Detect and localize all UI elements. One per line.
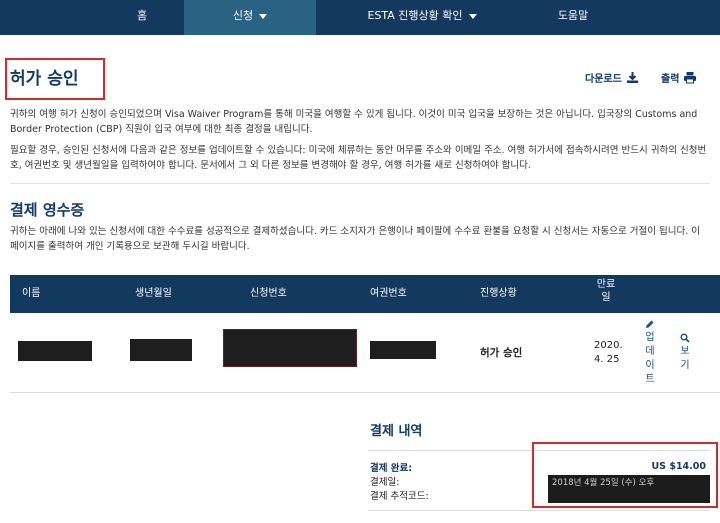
update-label: 업데이트 xyxy=(645,332,655,385)
col-expiry: 만료일 xyxy=(596,279,616,303)
nav-home-label: 홈 xyxy=(136,9,148,22)
print-button[interactable]: 출력 xyxy=(661,70,697,85)
table-row: 허가 승인 2020. 4. 25 업데이트 보기 xyxy=(10,313,720,393)
receipt-text: 귀하는 아래에 나와 있는 신청서에 대한 수수료를 성공적으로 결제하셨습니다… xyxy=(10,226,700,252)
nav-home[interactable]: 홈 xyxy=(100,0,184,35)
chevron-down-icon xyxy=(468,13,477,19)
search-icon xyxy=(680,333,690,343)
redacted-birthdate xyxy=(130,339,192,361)
chevron-down-icon xyxy=(259,13,268,19)
expiry-date: 2020. 4. 25 xyxy=(594,340,623,365)
col-name: 이름 xyxy=(22,288,41,299)
col-status: 진행상황 xyxy=(480,288,517,299)
col-birthdate: 생년월일 xyxy=(135,288,172,299)
payment-title: 결제 내역 xyxy=(370,424,423,439)
nav-help[interactable]: 도움말 xyxy=(528,0,618,35)
payment-date-text: 2018년 4월 25일 (수) 오후 xyxy=(552,478,655,488)
redacted-passport-number xyxy=(370,341,436,359)
payment-date-value: 2018년 4월 25일 (수) 오후 xyxy=(548,475,710,503)
table-header: 이름 생년월일 신청번호 여권번호 진행상황 만료일 xyxy=(10,275,720,313)
nav-apply-label: 신청 xyxy=(232,9,254,22)
download-icon xyxy=(626,72,638,83)
nav-check-status[interactable]: ESTA 진행상황 확인 xyxy=(316,0,528,35)
redacted-application-number xyxy=(223,329,357,367)
redacted-name xyxy=(18,341,92,361)
print-label: 출력 xyxy=(661,74,680,85)
top-nav: 홈 신청 ESTA 진행상황 확인 도움말 xyxy=(0,0,720,35)
download-button[interactable]: 다운로드 xyxy=(585,70,639,85)
download-label: 다운로드 xyxy=(585,74,622,85)
print-icon xyxy=(684,72,697,84)
payment-tracking-label: 결제 추적코드: xyxy=(370,491,429,502)
payment-date-label: 결제일: xyxy=(370,477,400,488)
col-application-number: 신청번호 xyxy=(250,288,287,299)
update-button[interactable]: 업데이트 xyxy=(643,319,657,387)
page-title: 허가 승인 xyxy=(10,69,79,89)
receipt-title: 결제 영수증 xyxy=(10,201,85,219)
nav-apply[interactable]: 신청 xyxy=(184,0,316,35)
nav-help-label: 도움말 xyxy=(557,9,589,22)
pencil-icon xyxy=(646,320,654,328)
status-badge: 허가 승인 xyxy=(480,347,523,359)
view-button[interactable]: 보기 xyxy=(678,333,692,373)
payment-complete-label: 결제 완료: xyxy=(370,463,413,474)
intro-paragraph-1: 귀하의 여행 허가 신청이 승인되었으며 Visa Waiver Program… xyxy=(10,109,698,135)
intro-paragraph-2: 필요할 경우, 승인된 신청서에 다음과 같은 정보를 업데이트할 수 있습니다… xyxy=(10,145,707,171)
payment-amount: US $14.00 xyxy=(651,461,706,472)
nav-check-status-label: ESTA 진행상황 확인 xyxy=(367,9,463,22)
payment-divider-bottom xyxy=(368,510,710,511)
divider xyxy=(10,183,710,184)
col-passport-number: 여권번호 xyxy=(370,288,407,299)
view-label: 보기 xyxy=(680,346,690,371)
